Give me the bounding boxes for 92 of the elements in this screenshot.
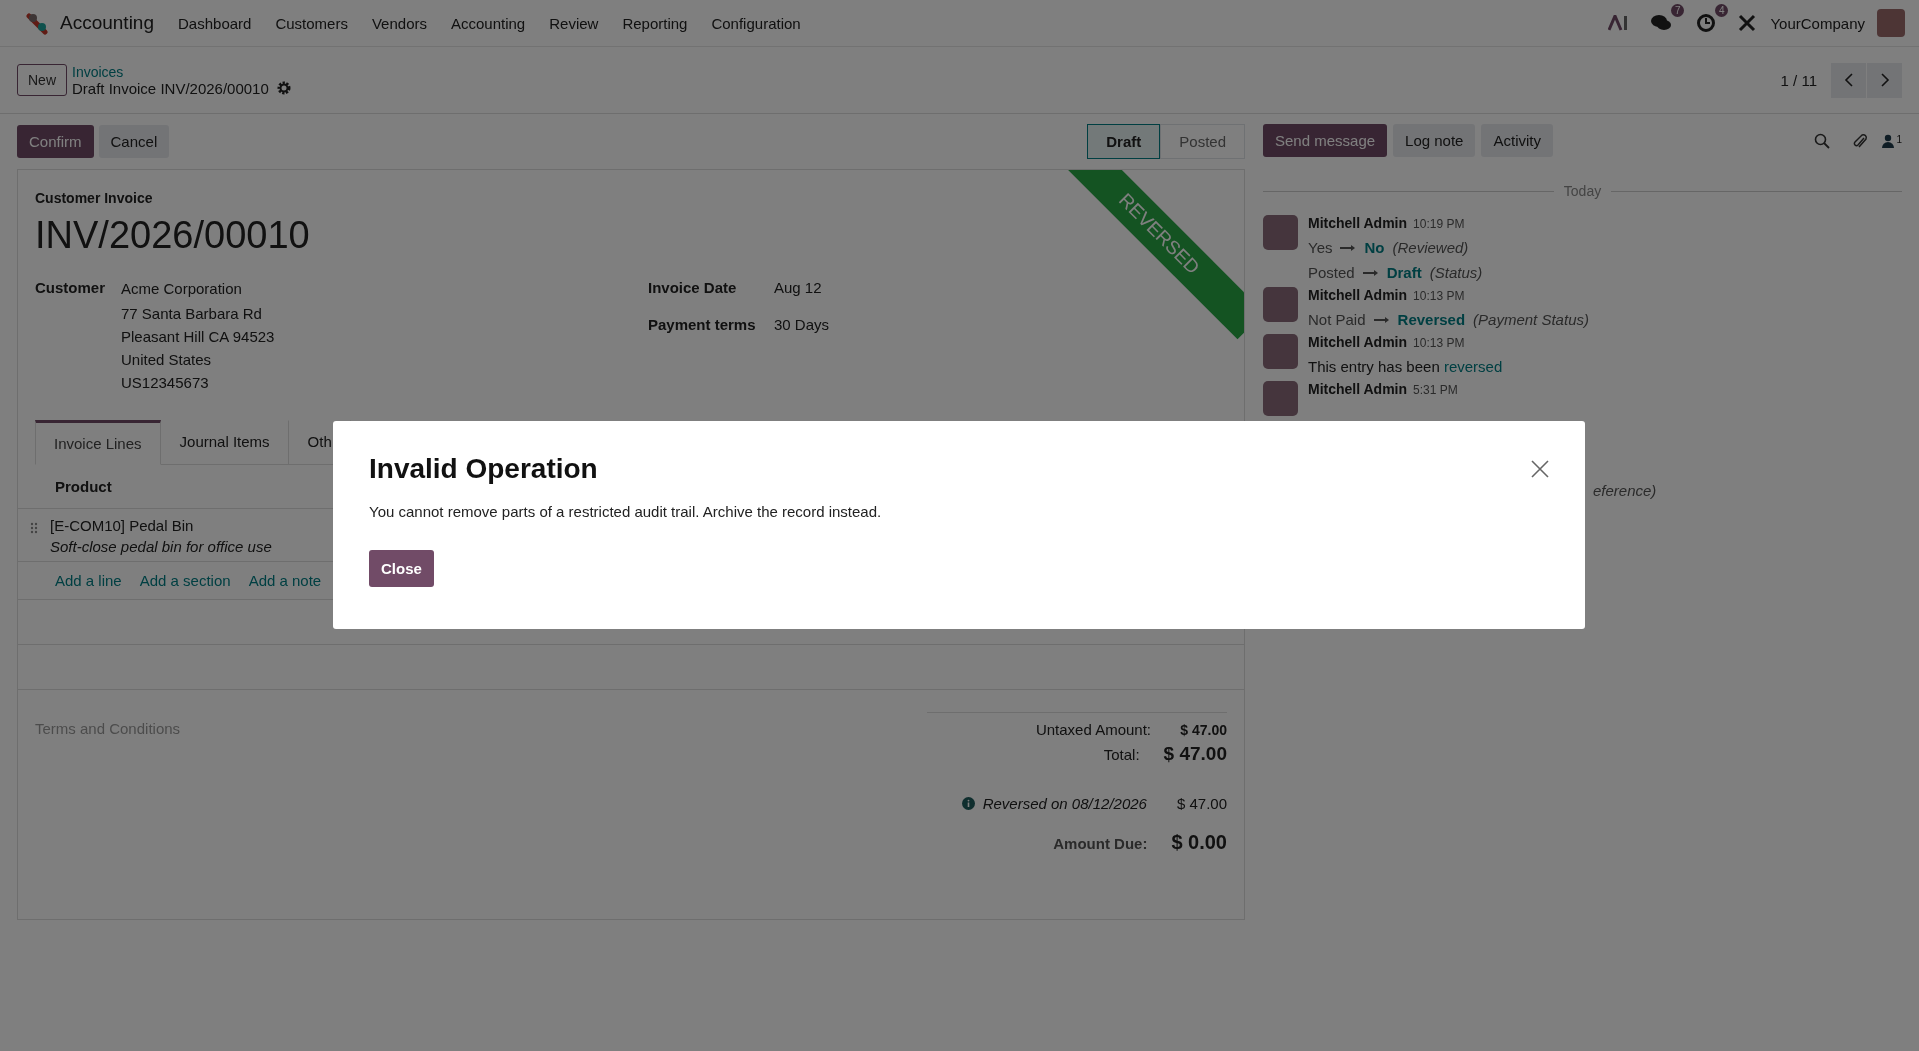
- customer-address-line: Acme Corporation: [121, 279, 243, 298]
- add-line-link[interactable]: Add a line: [55, 572, 122, 589]
- date-separator: Today: [1563, 183, 1602, 199]
- follower-count: 1: [1896, 133, 1902, 145]
- chevron-right-icon[interactable]: [1879, 73, 1890, 87]
- tracking-new-value: No: [1364, 239, 1385, 256]
- menu-item[interactable]: Dashboard: [166, 14, 264, 32]
- dialog-message: You cannot remove parts of a restricted audit trail. Archive the record instead.: [369, 503, 883, 520]
- field-label: Payment terms: [648, 316, 757, 333]
- chatter-button[interactable]: Log note: [1393, 124, 1476, 157]
- arrow-icon: [1373, 315, 1390, 324]
- tracking-old-value: Not Paid: [1308, 311, 1366, 328]
- add-line-link[interactable]: Add a section: [139, 572, 231, 589]
- menu-item[interactable]: Reporting: [610, 14, 700, 32]
- notebook-tab[interactable]: Invoice Lines: [35, 420, 161, 465]
- new-button[interactable]: New: [17, 64, 67, 96]
- record-title: Draft Invoice INV/2026/00010: [72, 79, 269, 97]
- dialog-title: Invalid Operation: [369, 453, 598, 485]
- field-value: 30 Days: [774, 316, 830, 333]
- menu-item[interactable]: Review: [537, 14, 611, 32]
- status-stage[interactable]: Draft: [1087, 124, 1161, 159]
- search-icon[interactable]: [1814, 132, 1831, 149]
- message-link[interactable]: reversed: [1443, 358, 1503, 375]
- total-value: $ 47.00: [1163, 743, 1227, 765]
- message-time: 10:19 PM: [1413, 217, 1465, 231]
- payment-label: Reversed on 08/12/2026: [982, 795, 1147, 812]
- tracking-old-value: Posted: [1308, 264, 1355, 281]
- amount-due-label: Amount Due:: [1053, 835, 1148, 852]
- tracking-field-name: (Reviewed): [1392, 239, 1469, 256]
- chatter-button[interactable]: Send message: [1263, 124, 1388, 157]
- message-time: 5:31 PM: [1413, 383, 1458, 397]
- status-stage[interactable]: Posted: [1160, 124, 1245, 159]
- customer-address-line: Pleasant Hill CA 94523: [121, 327, 275, 347]
- close-icon[interactable]: [1531, 460, 1549, 478]
- menu-item[interactable]: Customers: [263, 14, 360, 32]
- settings-icon[interactable]: [276, 81, 291, 95]
- total-value: $ 47.00: [1179, 722, 1227, 738]
- tracking-field-name: eference): [1593, 482, 1657, 499]
- notification-badge: 7: [1670, 4, 1685, 17]
- tracking-new-value: Draft: [1386, 264, 1422, 281]
- ai-icon[interactable]: [1608, 15, 1629, 31]
- menu-item[interactable]: Vendors: [359, 14, 439, 32]
- info-icon[interactable]: [961, 797, 975, 810]
- message-author: Mitchell Admin: [1308, 287, 1408, 303]
- column-header: Product: [55, 478, 112, 495]
- app-logo-icon[interactable]: [26, 11, 50, 35]
- company-switcher[interactable]: YourCompany: [1770, 14, 1865, 32]
- message-author: Mitchell Admin: [1308, 334, 1408, 350]
- total-label: Total:: [1103, 746, 1140, 763]
- message-time: 10:13 PM: [1413, 336, 1465, 350]
- previous-button[interactable]: [1831, 62, 1866, 98]
- tracking-field-name: (Payment Status): [1473, 311, 1589, 328]
- tracking-old-value: Yes: [1308, 239, 1333, 256]
- action-button[interactable]: Confirm: [17, 125, 94, 158]
- message-text: This entry has been reversed: [1308, 358, 1503, 375]
- product-description: Soft-close pedal bin for office use: [50, 538, 272, 555]
- message-author: Mitchell Admin: [1308, 215, 1408, 231]
- pager-counter: 1 / 11: [1780, 71, 1817, 89]
- chevron-left-icon[interactable]: [1843, 73, 1854, 87]
- next-button[interactable]: [1867, 62, 1902, 98]
- customer-address-line: 77 Santa Barbara Rd: [121, 304, 263, 324]
- field-label: Customer: [35, 279, 106, 298]
- customer-address-line: US12345673: [121, 373, 210, 393]
- action-button[interactable]: Cancel: [98, 125, 170, 158]
- clock-icon[interactable]: [1696, 13, 1717, 33]
- tracking-new-value: Reversed: [1397, 311, 1466, 328]
- person-icon[interactable]: [1882, 133, 1895, 148]
- payment-amount: $ 47.00: [1176, 795, 1227, 812]
- invoice-number: INV/2026/00010: [35, 214, 310, 257]
- arrow-icon: [1362, 268, 1379, 277]
- tracking-field-name: (Status): [1429, 264, 1483, 281]
- notification-badge: 4: [1714, 4, 1729, 17]
- field-label: Invoice Date: [648, 279, 738, 296]
- amount-due-value: $ 0.00: [1171, 831, 1227, 854]
- notebook-tab[interactable]: Journal Items: [160, 420, 289, 465]
- message-author: Mitchell Admin: [1308, 381, 1408, 397]
- menu-item[interactable]: Configuration: [699, 14, 813, 32]
- paperclip-icon[interactable]: [1852, 131, 1869, 150]
- product-name: [E-COM10] Pedal Bin: [50, 517, 195, 534]
- chatter-button[interactable]: Activity: [1481, 124, 1553, 157]
- total-label: Untaxed Amount:: [1035, 721, 1151, 738]
- customer-address-line: United States: [121, 350, 213, 370]
- add-line-link[interactable]: Add a note: [248, 572, 322, 589]
- arrow-icon: [1340, 243, 1357, 252]
- app-name[interactable]: Accounting: [60, 12, 154, 34]
- menu-item[interactable]: Accounting: [439, 14, 538, 32]
- message-time: 10:13 PM: [1413, 289, 1465, 303]
- close-button[interactable]: Close: [369, 550, 434, 587]
- breadcrumb-link[interactable]: Invoices: [72, 63, 291, 80]
- chat-bubbles-icon[interactable]: [1650, 13, 1673, 33]
- drag-handle-icon[interactable]: [30, 522, 38, 534]
- field-value: Aug 12: [774, 279, 822, 296]
